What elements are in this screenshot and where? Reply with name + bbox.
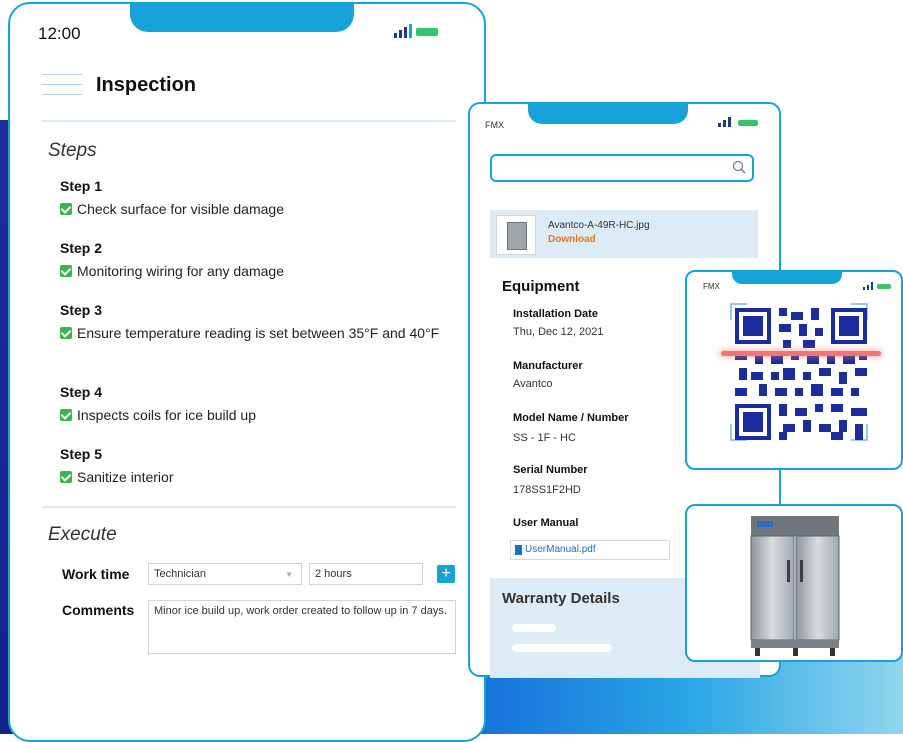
model-value: SS - 1F - HC [513,432,576,444]
installation-date-label: Installation Date [513,308,598,320]
step-item-text: Sanitize interior [77,469,174,485]
signal-icon [394,24,412,38]
work-time-label: Work time [62,566,130,582]
hamburger-menu-icon[interactable] [42,74,82,98]
fridge-thumbnail [496,215,536,255]
search-icon[interactable] [732,160,746,174]
technician-value: Technician [154,568,206,580]
hours-value: 2 hours [315,568,352,580]
add-button[interactable]: + [437,565,455,583]
step-3: Step 3 Ensure temperature reading is set… [60,302,440,342]
battery-icon [416,28,438,36]
placeholder-bar [512,644,612,652]
step-1: Step 1 Check surface for visible damage [60,178,460,218]
placeholder-bar [512,624,556,632]
user-manual-label: User Manual [513,517,579,529]
battery-icon [877,284,891,289]
technician-select[interactable]: Technician ▼ [148,563,302,585]
step-item-text: Inspects coils for ice build up [77,407,256,423]
search-input[interactable] [490,154,754,182]
serial-value: 178SS1F2HD [513,484,581,496]
manufacturer-label: Manufacturer [513,360,583,372]
download-link[interactable]: Download [548,234,596,245]
phone-notch [732,270,842,284]
serial-label: Serial Number [513,464,588,476]
checkbox-checked-icon[interactable] [60,203,72,215]
qr-code-icon [735,308,867,440]
checkbox-checked-icon[interactable] [60,409,72,421]
step-item-text: Monitoring wiring for any damage [77,263,284,279]
execute-heading: Execute [48,524,117,545]
step-label: Step 5 [60,446,103,462]
step-label: Step 3 [60,302,103,318]
step-5: Step 5 Sanitize interior [60,446,460,486]
phone-notch [130,2,354,32]
brand-label: FMX [703,282,720,291]
manufacturer-value: Avantco [513,378,553,390]
signal-icon [863,282,873,290]
equipment-photo-card [685,504,903,662]
equipment-heading: Equipment [502,278,580,295]
refrigerator-image [750,516,840,656]
step-label: Step 1 [60,178,103,194]
inspection-phone: 12:00 Inspection Steps Step 1 Check surf… [8,2,486,742]
steps-heading: Steps [48,140,97,161]
header-divider [42,120,456,122]
phone-notch [528,102,688,124]
qr-scanner-card: FMX [685,270,903,470]
scan-line [721,351,881,356]
step-item-text: Ensure temperature reading is set betwee… [77,325,440,341]
signal-icon [718,117,731,127]
step-label: Step 4 [60,384,103,400]
attachment-card[interactable]: Avantco-A-49R-HC.jpg Download [490,210,758,258]
checkbox-checked-icon[interactable] [60,265,72,277]
status-time: 12:00 [38,24,81,43]
attachment-filename: Avantco-A-49R-HC.jpg [548,220,650,231]
step-label: Step 2 [60,240,103,256]
comments-label: Comments [62,602,135,618]
model-label: Model Name / Number [513,412,629,424]
page-title: Inspection [96,74,197,96]
warranty-heading: Warranty Details [502,590,620,607]
step-4: Step 4 Inspects coils for ice build up [60,384,460,424]
checkbox-checked-icon[interactable] [60,327,72,339]
hours-input[interactable]: 2 hours [309,563,423,585]
manual-pdf-link[interactable]: UserManual.pdf [510,540,670,560]
section-divider [42,506,456,508]
chevron-down-icon: ▼ [285,570,293,579]
installation-date-value: Thu, Dec 12, 2021 [513,326,604,338]
comments-textarea[interactable]: Minor ice build up, work order created t… [148,600,456,654]
battery-icon [738,120,758,126]
step-item-text: Check surface for visible damage [77,201,284,217]
checkbox-checked-icon[interactable] [60,471,72,483]
comments-value: Minor ice build up, work order created t… [154,605,447,617]
step-2: Step 2 Monitoring wiring for any damage [60,240,460,280]
brand-label: FMX [485,120,504,130]
